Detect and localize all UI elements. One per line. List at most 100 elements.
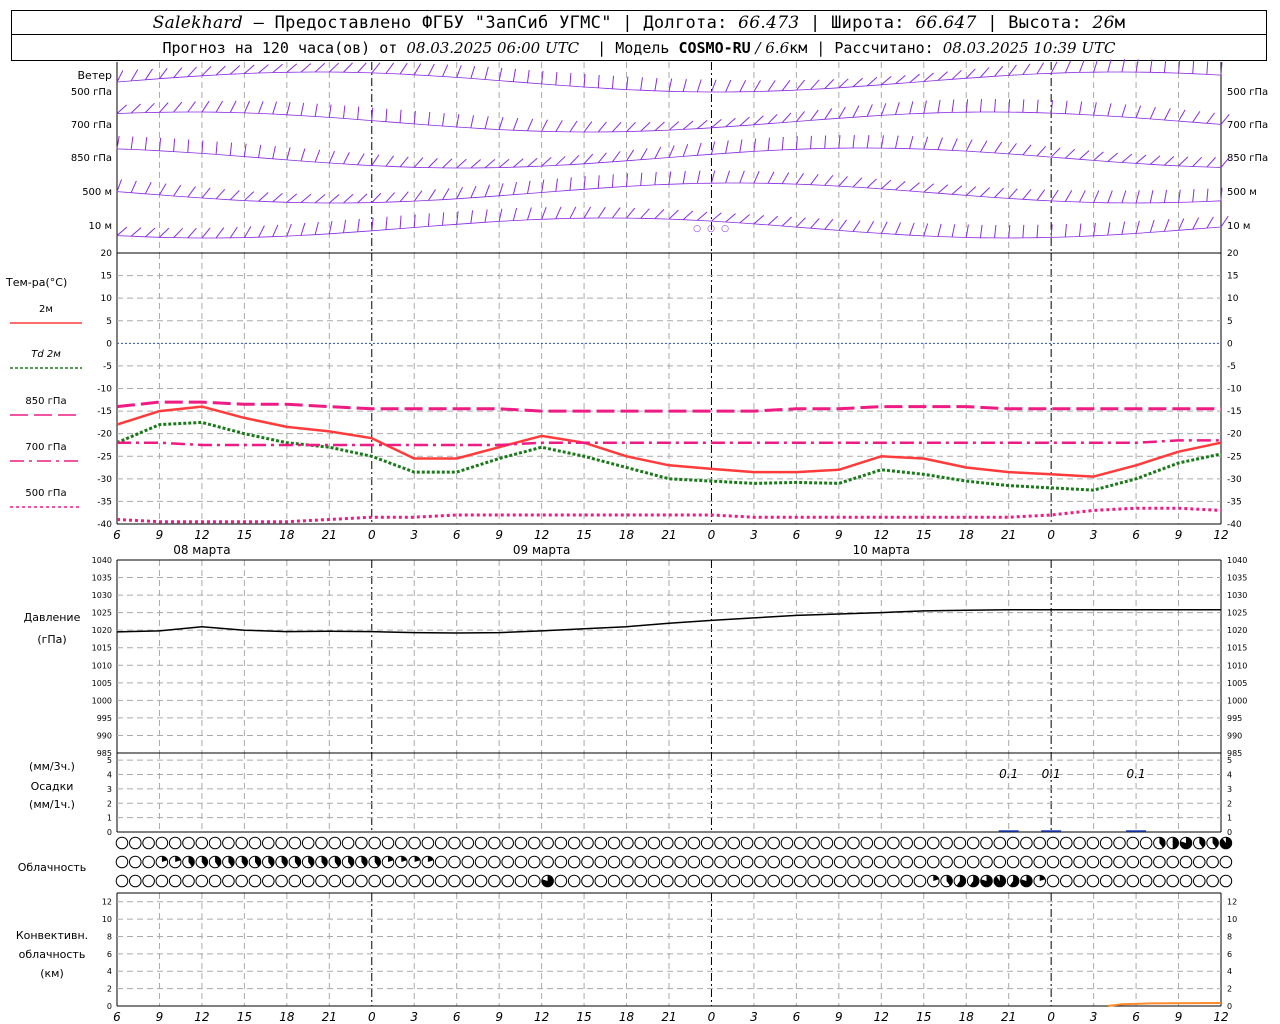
cloud-symbol xyxy=(395,836,408,850)
y-tick-label-right: 12 xyxy=(1227,898,1237,907)
wind-barb xyxy=(753,115,764,126)
wind-barb xyxy=(654,209,665,220)
wind-barb xyxy=(385,155,395,167)
wind-barb xyxy=(201,187,211,199)
cloud-symbol xyxy=(514,836,528,850)
wind-barb xyxy=(413,63,422,76)
wind-barb xyxy=(626,76,629,90)
y-tick-label: 2 xyxy=(107,985,112,994)
wind-barb xyxy=(583,206,592,219)
wind-barb xyxy=(385,62,395,74)
cloud-symbol xyxy=(700,874,714,888)
x-tick-label: 12 xyxy=(194,1010,209,1024)
wind-barb xyxy=(654,146,662,159)
cloud-symbol xyxy=(621,836,634,850)
cloud-symbol xyxy=(966,855,980,869)
cloud-symbol xyxy=(195,874,209,888)
wind-barb xyxy=(314,221,319,235)
cloud-symbol xyxy=(833,855,847,869)
wind-barb xyxy=(611,151,621,163)
cloud-symbol xyxy=(780,874,794,888)
wind-barb xyxy=(909,222,915,236)
cloud-symbol xyxy=(1113,855,1126,869)
cloud-symbol xyxy=(1179,855,1193,869)
cloud-symbol xyxy=(607,874,621,888)
y-tick-label: 20 xyxy=(101,249,113,259)
wind-barb xyxy=(1121,221,1126,235)
wind-barb xyxy=(583,176,586,190)
wind-barb xyxy=(852,220,861,232)
cloud-symbol xyxy=(900,874,914,888)
cloud-symbol xyxy=(714,855,727,869)
y-tick-label: 1015 xyxy=(92,644,112,653)
wind-barb xyxy=(1064,148,1076,159)
wind-barb xyxy=(696,79,702,93)
y-tick-label: 15 xyxy=(101,272,112,282)
y-tick-label-right: 1 xyxy=(1227,814,1232,823)
x-tick-label: 6 xyxy=(1132,528,1140,542)
wind-barb xyxy=(1135,154,1147,164)
x-tick-label: 9 xyxy=(495,1010,503,1024)
cloud-symbol xyxy=(687,855,701,869)
cloud-symbol xyxy=(315,836,328,850)
cloud-symbol xyxy=(1086,836,1100,850)
wind-barb xyxy=(1064,100,1068,114)
wind-barb xyxy=(753,80,761,92)
wind-barb xyxy=(1079,150,1090,160)
cloud-symbol xyxy=(248,874,262,888)
wind-barb xyxy=(767,137,770,151)
cloud-symbol xyxy=(1139,874,1153,888)
y-tick-label: 0 xyxy=(107,828,112,837)
cloud-symbol xyxy=(847,836,860,850)
wind-level-label-right: 850 гПа xyxy=(1227,153,1268,164)
y-tick-label: 5 xyxy=(106,317,112,327)
wind-barb xyxy=(1192,189,1195,203)
wind-barb xyxy=(258,64,269,74)
cloud-symbol xyxy=(155,874,169,888)
cloud-symbol xyxy=(288,836,302,850)
cloud-symbol xyxy=(275,836,288,850)
y-tick-label: 12 xyxy=(102,898,112,907)
wind-barb xyxy=(159,67,168,80)
wind-barb xyxy=(767,171,775,184)
cloud-symbol xyxy=(1139,855,1153,869)
wind-barb xyxy=(923,223,929,237)
wind-barb xyxy=(711,212,722,222)
wind-barb xyxy=(1078,101,1083,115)
wind-barb xyxy=(187,101,196,113)
y-tick-label-right: 4 xyxy=(1227,771,1232,780)
wind-barb xyxy=(824,218,834,230)
wind-barb xyxy=(1163,108,1171,121)
wind-barb xyxy=(357,62,367,73)
cloud-symbol xyxy=(129,855,142,869)
wind-barb xyxy=(583,153,594,165)
wind-barb xyxy=(569,177,572,191)
wind-barb xyxy=(753,214,765,225)
x-tick-label: 9 xyxy=(1175,1010,1183,1024)
wind-barb xyxy=(994,141,1003,154)
wind-barb xyxy=(682,120,694,130)
cloud-symbol xyxy=(647,874,661,888)
cloud-symbol xyxy=(1193,855,1206,869)
wind-barb xyxy=(1163,189,1168,203)
wind-barb xyxy=(1178,156,1189,167)
cloud-symbol xyxy=(528,874,541,888)
cloud-symbol xyxy=(541,836,554,850)
cloud-symbol xyxy=(1099,836,1113,850)
cloud-symbol xyxy=(488,874,501,888)
wind-barb xyxy=(272,145,276,159)
wind-barb xyxy=(951,69,962,80)
wind-barb xyxy=(314,103,318,117)
y-tick-label-right: 10 xyxy=(1227,294,1239,304)
wind-barb xyxy=(526,69,530,83)
wind-barb xyxy=(1064,224,1067,238)
cloud-symbol xyxy=(182,874,195,888)
wind-barb xyxy=(244,191,255,201)
wind-barb xyxy=(300,148,306,162)
cloud-symbol xyxy=(554,874,568,888)
x-tick-label: 9 xyxy=(156,528,164,542)
wind-barb xyxy=(229,100,237,113)
wind-barb xyxy=(173,101,183,113)
wind-barb xyxy=(343,193,354,204)
wind-barb xyxy=(866,220,875,233)
